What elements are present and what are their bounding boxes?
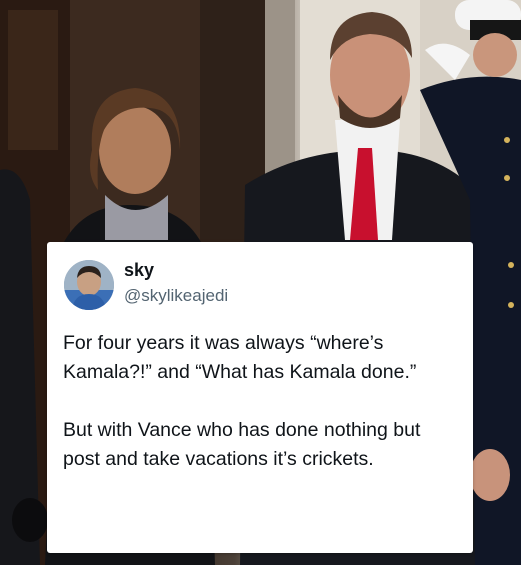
avatar-image: [64, 260, 114, 310]
user-handle[interactable]: @skylikeajedi: [124, 286, 228, 306]
display-name[interactable]: sky: [124, 260, 154, 281]
post-text: For four years it was always “where’s Ka…: [63, 332, 421, 470]
avatar[interactable]: [64, 260, 114, 310]
post-card: sky @skylikeajedi For four years it was …: [47, 242, 473, 553]
